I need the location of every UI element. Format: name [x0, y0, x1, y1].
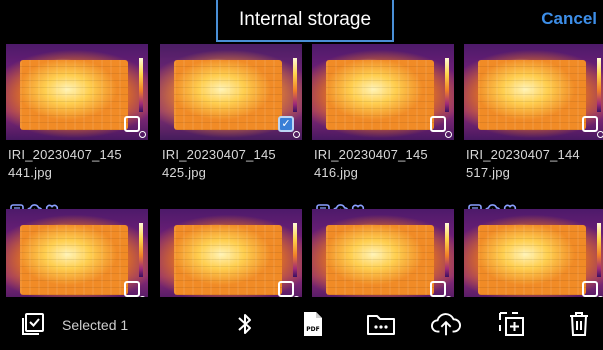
temperature-scale-bar	[293, 58, 297, 112]
select-checkbox[interactable]	[430, 116, 446, 132]
file-name-line-1: IRI_20230407_145	[314, 147, 428, 162]
selected-count-label: Selected 1	[62, 317, 129, 333]
file-name: IRI_20230407_145 416.jpg	[314, 146, 459, 182]
select-checkbox[interactable]: ✓	[278, 116, 294, 132]
thermal-image-thumbnail[interactable]	[312, 44, 454, 140]
circuit-board-image	[478, 60, 586, 130]
select-checkbox[interactable]	[430, 281, 446, 297]
move-to-folder-button[interactable]	[366, 311, 396, 337]
checkmark-icon: ✓	[281, 117, 291, 130]
select-checkbox[interactable]	[582, 116, 598, 132]
bluetooth-icon	[238, 314, 251, 334]
status-dot-icon	[293, 131, 300, 138]
thermal-image-thumbnail[interactable]	[6, 44, 148, 140]
thermal-image-thumbnail[interactable]	[6, 209, 148, 305]
status-dot-icon	[597, 131, 603, 138]
temperature-scale-bar	[293, 223, 297, 277]
export-pdf-button[interactable]: PDF	[298, 311, 328, 337]
temperature-scale-bar	[445, 58, 449, 112]
temperature-scale-bar	[597, 58, 601, 112]
image-tile[interactable]: IRI_20230407_145 416.jpg	[312, 44, 454, 194]
select-checkbox[interactable]	[124, 281, 140, 297]
select-checkbox[interactable]	[278, 281, 294, 297]
file-name-line-1: IRI_20230407_144	[466, 147, 580, 162]
circuit-board-image	[326, 60, 434, 130]
cancel-button[interactable]: Cancel	[541, 9, 597, 29]
thermal-image-thumbnail[interactable]	[160, 209, 302, 305]
select-checkbox[interactable]	[582, 281, 598, 297]
circuit-board-image	[174, 60, 282, 130]
file-name-line-2: 441.jpg	[8, 165, 53, 180]
temperature-scale-bar	[139, 223, 143, 277]
file-name: IRI_20230407_145 425.jpg	[162, 146, 307, 182]
folder-more-icon	[367, 315, 395, 335]
circuit-board-image	[174, 225, 282, 295]
file-name-line-1: IRI_20230407_145	[162, 147, 276, 162]
cloud-upload-icon	[431, 313, 461, 336]
temperature-scale-bar	[445, 223, 449, 277]
bluetooth-button[interactable]	[230, 311, 260, 337]
file-name-line-2: 517.jpg	[466, 165, 511, 180]
image-tile[interactable]: IRI_20230407_145 441.jpg	[6, 44, 148, 194]
thermal-image-thumbnail[interactable]	[312, 209, 454, 305]
svg-text:PDF: PDF	[306, 326, 319, 333]
thermal-image-thumbnail[interactable]	[464, 44, 603, 140]
copy-add-icon	[499, 312, 524, 336]
pdf-icon: PDF	[304, 312, 322, 336]
select-checkbox[interactable]	[124, 116, 140, 132]
delete-button[interactable]	[564, 311, 594, 337]
top-bar: Internal storage Cancel	[0, 0, 603, 44]
file-name-line-2: 425.jpg	[162, 165, 207, 180]
bottom-toolbar: Selected 1 PDF	[0, 297, 603, 341]
status-dot-icon	[139, 131, 146, 138]
temperature-scale-bar	[597, 223, 601, 277]
circuit-board-image	[20, 60, 128, 130]
image-tile[interactable]: IRI_20230407_144 517.jpg	[464, 44, 603, 194]
trash-icon	[570, 312, 588, 336]
file-name: IRI_20230407_145 441.jpg	[8, 146, 153, 182]
file-name-line-2: 416.jpg	[314, 165, 359, 180]
page-title: Internal storage	[216, 0, 394, 42]
circuit-board-image	[20, 225, 128, 295]
thermal-image-thumbnail[interactable]: ✓	[160, 44, 302, 140]
file-name-line-1: IRI_20230407_145	[8, 147, 122, 162]
status-dot-icon	[445, 131, 452, 138]
image-tile[interactable]: ✓ IRI_20230407_145 425.jpg	[160, 44, 302, 194]
circuit-board-image	[478, 225, 586, 295]
file-name: IRI_20230407_144 517.jpg	[466, 146, 603, 182]
circuit-board-image	[326, 225, 434, 295]
select-all-checkbox[interactable]	[22, 313, 44, 340]
cloud-upload-button[interactable]	[431, 311, 461, 337]
temperature-scale-bar	[139, 58, 143, 112]
copy-button[interactable]	[497, 311, 527, 337]
thermal-image-thumbnail[interactable]	[464, 209, 603, 305]
image-grid: IRI_20230407_145 441.jpg ✓ IRI_20230407_145…	[0, 44, 603, 305]
